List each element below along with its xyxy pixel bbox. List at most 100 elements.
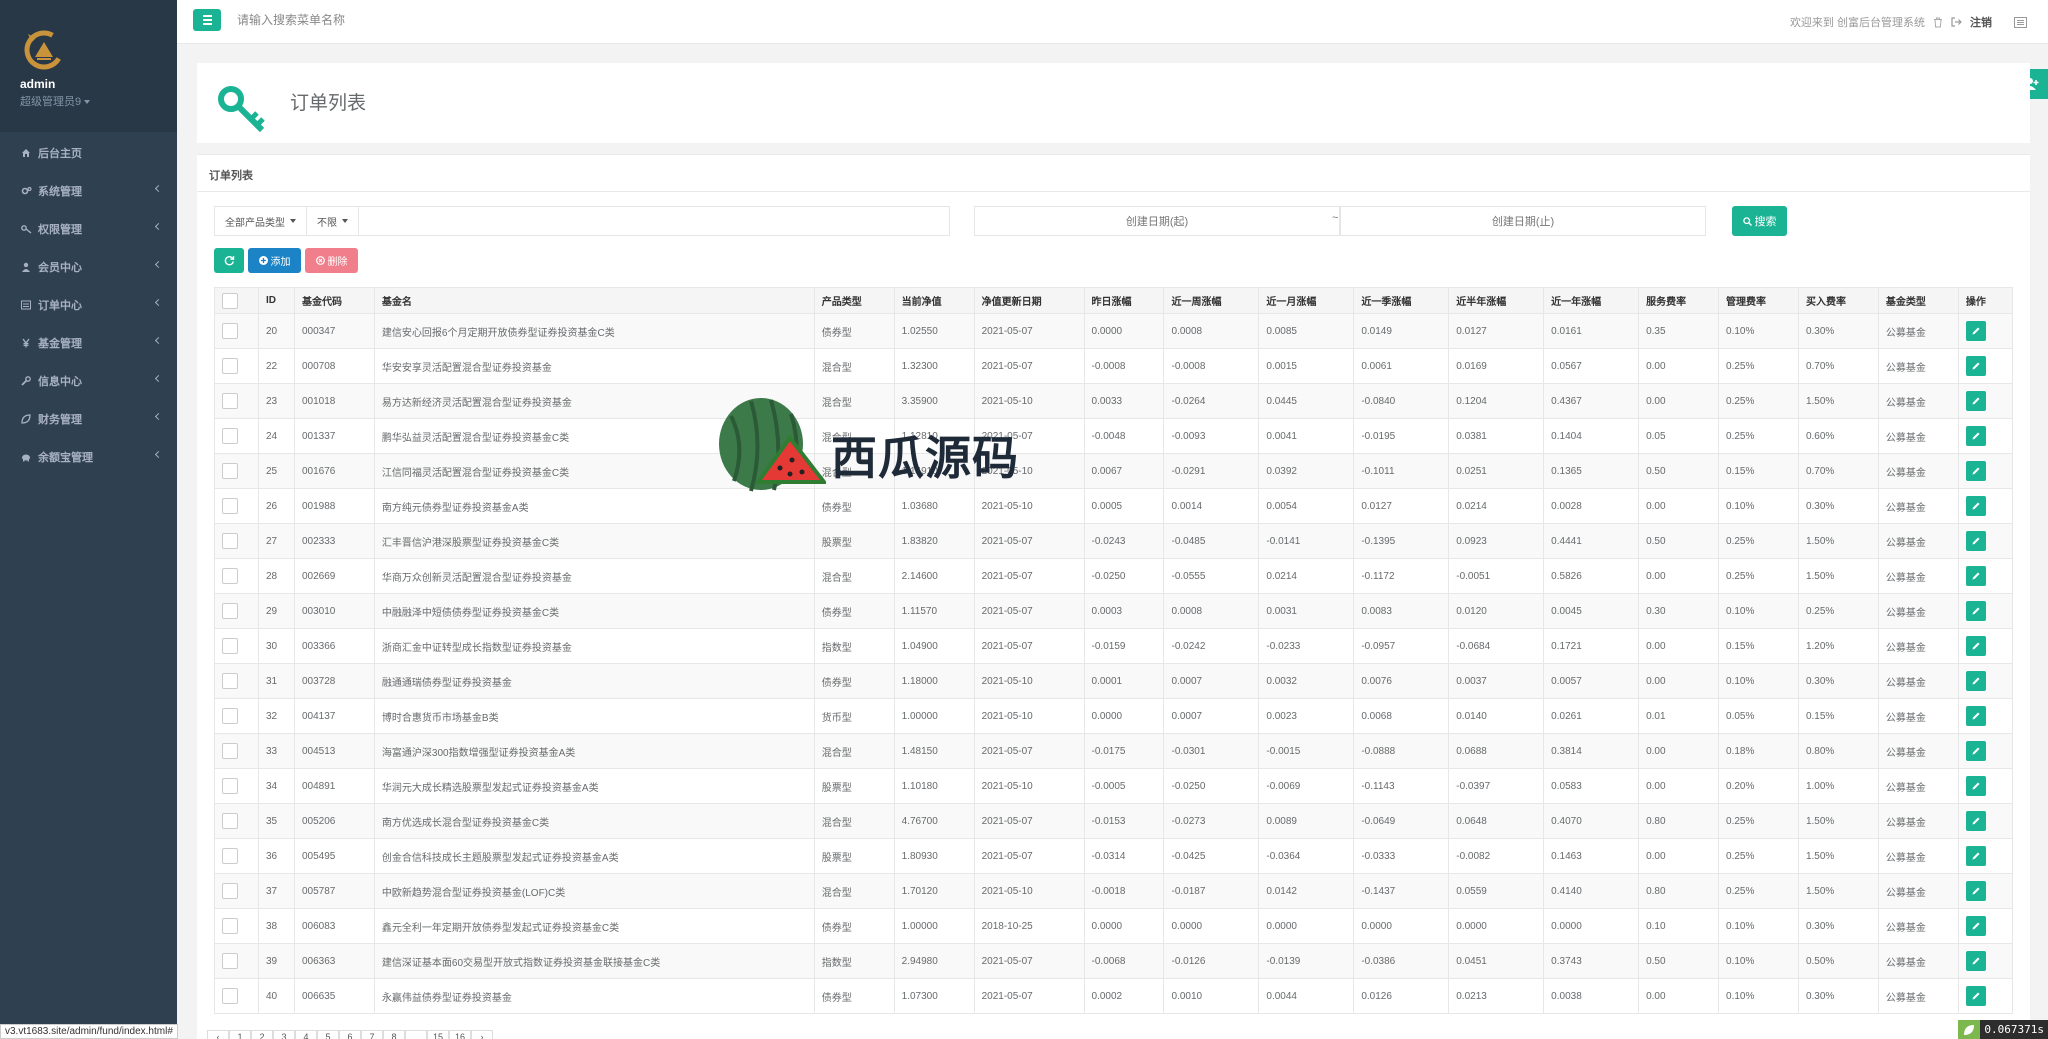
date-end-input[interactable]: 创建日期(止) [1340,206,1706,236]
row-checkbox[interactable] [222,638,238,654]
add-button[interactable]: 添加 [248,248,301,273]
sidebar-item-info[interactable]: 信息中心 [0,362,177,400]
debug-timer-badge[interactable]: 0.067371s [1958,1020,2048,1039]
edit-button[interactable] [1965,391,1986,411]
edit-button[interactable] [1965,951,1986,971]
delete-button[interactable]: 删除 [305,248,358,273]
row-checkbox[interactable] [222,393,238,409]
page-link[interactable]: 1 [229,1030,251,1039]
edit-button[interactable] [1965,531,1986,551]
edit-button[interactable] [1965,671,1986,691]
table-cell: 0.0140 [1448,698,1545,734]
row-checkbox[interactable] [222,568,238,584]
edit-button[interactable] [1965,776,1986,796]
select-all-checkbox[interactable] [222,292,238,309]
row-checkbox[interactable] [222,533,238,549]
row-checkbox[interactable] [222,953,238,969]
page-link[interactable]: 6 [339,1030,361,1039]
page-link[interactable]: ... [405,1030,427,1039]
edit-button[interactable] [1965,741,1986,761]
menu-toggle-button[interactable] [193,9,221,31]
row-checkbox[interactable] [222,708,238,724]
row-checkbox[interactable] [222,988,238,1004]
sidebar-item-finance[interactable]: 财务管理 [0,400,177,438]
refresh-button[interactable] [214,248,244,273]
sidebar-item-members[interactable]: 会员中心 [0,248,177,286]
column-header[interactable]: 近一周涨幅 [1163,287,1260,314]
product-type-select[interactable]: 全部产品类型 [215,207,307,235]
column-header[interactable]: 买入费率 [1797,287,1879,314]
row-checkbox[interactable] [222,603,238,619]
edit-button[interactable] [1965,881,1986,901]
page-link[interactable]: ‹ [207,1030,229,1039]
page-link[interactable]: 7 [361,1030,383,1039]
row-checkbox[interactable] [222,673,238,689]
column-header[interactable]: 近一月涨幅 [1258,287,1355,314]
table-cell: 1.02550 [893,313,975,349]
column-header[interactable]: 服务费率 [1638,287,1720,314]
limit-select[interactable]: 不限 [307,207,359,235]
sidebar-item-system[interactable]: 系统管理 [0,172,177,210]
page-link[interactable]: 3 [273,1030,295,1039]
edit-button[interactable] [1965,496,1986,516]
column-header[interactable]: 基金代码 [293,287,375,314]
edit-button[interactable] [1965,601,1986,621]
sidebar-item-funds[interactable]: 基金管理 [0,324,177,362]
row-checkbox[interactable] [222,428,238,444]
column-header[interactable]: 管理费率 [1718,287,1799,314]
edit-button[interactable] [1965,916,1986,936]
column-header[interactable]: 近半年涨幅 [1448,287,1545,314]
edit-button[interactable] [1965,461,1986,481]
edit-button[interactable] [1965,706,1986,726]
row-checkbox[interactable] [222,918,238,934]
edit-button[interactable] [1965,636,1986,656]
page-link[interactable]: 8 [383,1030,405,1039]
page-link[interactable]: 2 [251,1030,273,1039]
sidebar-item-yuebao[interactable]: 余额宝管理 [0,438,177,476]
page-link[interactable]: 5 [317,1030,339,1039]
list-alt-icon[interactable] [2014,16,2028,28]
page-link[interactable]: 15 [427,1030,449,1039]
row-checkbox[interactable] [222,498,238,514]
logout-link[interactable]: 注销 [1970,14,1992,30]
column-header[interactable]: 基金名 [373,287,815,314]
row-checkbox[interactable] [222,743,238,759]
column-header[interactable]: 净值更新日期 [973,287,1085,314]
edit-button[interactable] [1965,321,1986,341]
column-header[interactable]: 近一年涨幅 [1543,287,1640,314]
row-checkbox[interactable] [222,813,238,829]
column-header[interactable]: 昨日涨幅 [1083,287,1165,314]
row-checkbox[interactable] [222,463,238,479]
column-header[interactable]: 基金类型 [1877,287,1959,314]
sidebar-item-home[interactable]: 后台主页 [0,134,177,172]
sidebar-item-permission[interactable]: 权限管理 [0,210,177,248]
user-role-label: 超级管理员9 [20,96,82,108]
edit-button[interactable] [1965,811,1986,831]
row-checkbox[interactable] [222,323,238,339]
sidebar-item-orders[interactable]: 订单中心 [0,286,177,324]
table-cell: 1.50% [1797,803,1879,839]
user-role-dropdown[interactable]: 超级管理员9 [20,93,91,109]
row-checkbox[interactable] [222,848,238,864]
search-button[interactable]: 搜索 [1732,206,1787,236]
keyword-input[interactable] [359,207,949,235]
edit-button[interactable] [1965,566,1986,586]
table-cell: 0.0445 [1258,383,1355,419]
row-checkbox[interactable] [222,778,238,794]
row-checkbox[interactable] [222,883,238,899]
edit-button[interactable] [1965,846,1986,866]
menu-search-input[interactable] [237,13,537,27]
page-link[interactable]: › [471,1030,493,1039]
page-link[interactable]: 4 [295,1030,317,1039]
trash-icon[interactable] [1933,17,1943,28]
edit-button[interactable] [1965,356,1986,376]
edit-button[interactable] [1965,426,1986,446]
column-header[interactable]: 当前净值 [893,287,975,314]
column-header[interactable]: 近一季涨幅 [1353,287,1450,314]
edit-button[interactable] [1965,986,1986,1006]
column-header[interactable]: ID [257,287,295,314]
page-link[interactable]: 16 [449,1030,471,1039]
date-start-input[interactable]: 创建日期(起) [974,206,1340,236]
row-checkbox[interactable] [222,358,238,374]
column-header[interactable]: 产品类型 [813,287,895,314]
